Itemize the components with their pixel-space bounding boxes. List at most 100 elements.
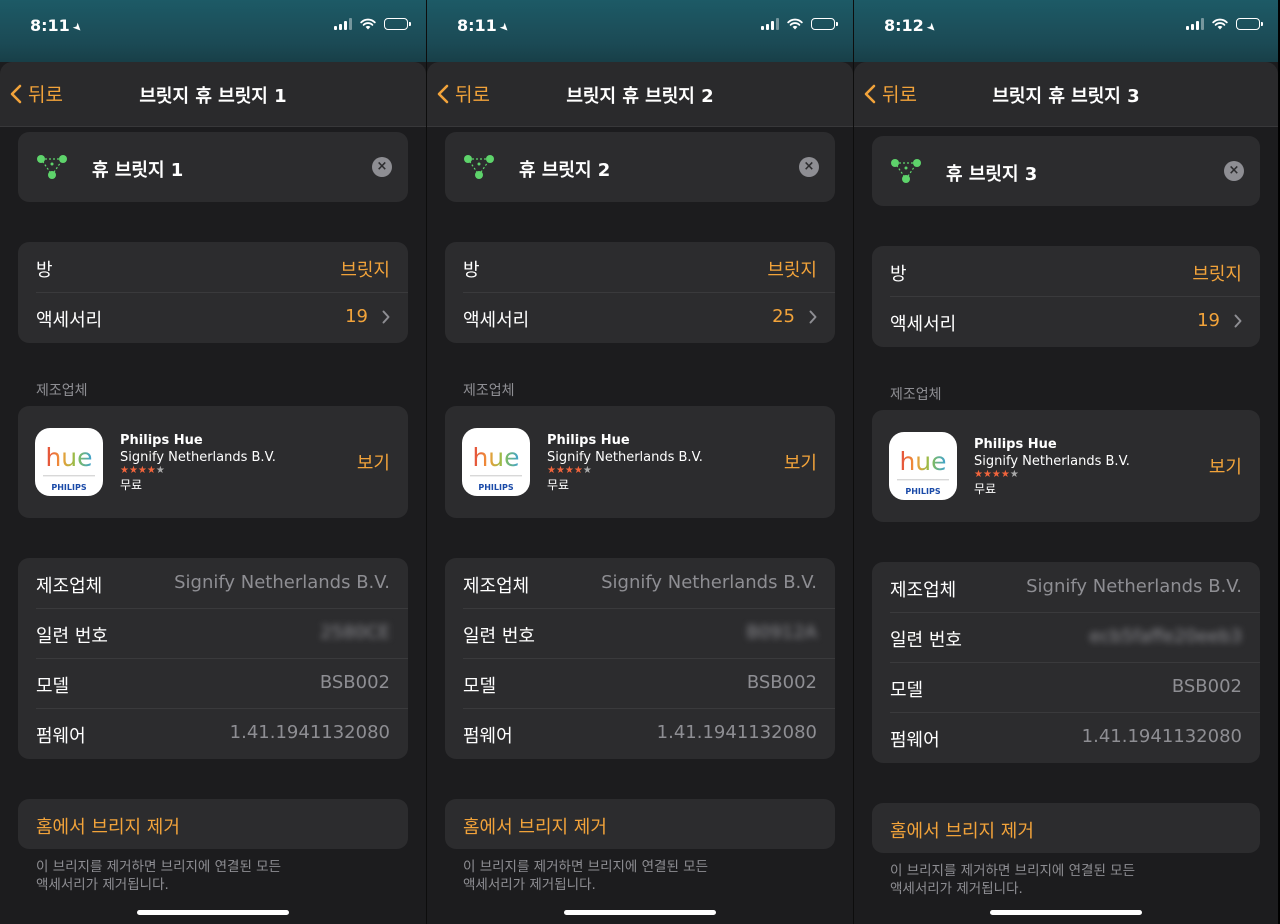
- status-icons: [761, 18, 838, 30]
- cellular-signal-icon: [334, 18, 352, 30]
- manufacturer-row: 제조업체 Signify Netherlands B.V.: [872, 562, 1260, 612]
- page-title: 브릿지 휴 브릿지 3: [992, 86, 1140, 107]
- app-icon-text: hue: [899, 447, 946, 476]
- app-developer: Signify Netherlands B.V.: [974, 454, 1130, 469]
- room-accessory-card: 방 브릿지 액세서리 19: [18, 242, 408, 343]
- manufacturer-label: 제조업체: [463, 576, 530, 597]
- home-indicator[interactable]: [990, 910, 1142, 915]
- accessories-row[interactable]: 액세서리 19: [18, 292, 408, 342]
- status-bar: 8:12➤: [854, 0, 1278, 62]
- chevron-right-icon: [809, 310, 817, 324]
- app-rating-stars: ★★★★★: [547, 465, 592, 476]
- serial-label: 일련 번호: [890, 630, 962, 651]
- device-name-card: 휴 브릿지 2 ×: [445, 132, 835, 202]
- manufacturer-row: 제조업체 Signify Netherlands B.V.: [18, 558, 408, 608]
- battery-icon: [811, 18, 838, 30]
- clear-icon[interactable]: ×: [372, 157, 392, 177]
- app-developer: Signify Netherlands B.V.: [547, 450, 703, 465]
- wifi-icon: [1212, 18, 1228, 30]
- remove-bridge-label: 홈에서 브리지 제거: [36, 817, 180, 838]
- room-value: 브릿지: [1192, 264, 1242, 285]
- serial-label: 일련 번호: [463, 626, 535, 647]
- back-label: 뒤로: [882, 84, 917, 106]
- hub-bridge-icon: [37, 155, 67, 179]
- chevron-right-icon: [1234, 314, 1242, 328]
- firmware-row: 펌웨어 1.41.1941132080: [872, 712, 1260, 762]
- app-icon-text: hue: [472, 443, 519, 472]
- screen-bridge-2: 8:11➤ 뒤로 브릿지 휴 브릿지 2 휴 브릿지 2 × 방 브릿지 액세서…: [427, 0, 854, 924]
- hue-app-icon[interactable]: hue PHILIPS: [462, 428, 530, 496]
- room-row[interactable]: 방 브릿지: [445, 242, 835, 292]
- device-name-card: 휴 브릿지 1 ×: [18, 132, 408, 202]
- room-row[interactable]: 방 브릿지: [872, 246, 1260, 296]
- model-row: 모델 BSB002: [18, 658, 408, 708]
- cellular-signal-icon: [1186, 18, 1204, 30]
- view-app-button[interactable]: 보기: [1209, 453, 1242, 479]
- device-name-field[interactable]: 휴 브릿지 1: [92, 156, 183, 182]
- app-icon-brand: PHILIPS: [51, 483, 86, 492]
- app-developer: Signify Netherlands B.V.: [120, 450, 276, 465]
- battery-icon: [384, 18, 411, 30]
- accessories-count: 19: [345, 306, 368, 327]
- app-card: hue PHILIPS Philips Hue Signify Netherla…: [872, 410, 1260, 522]
- accessories-count: 25: [772, 306, 795, 327]
- manufacturer-section-header: 제조업체: [36, 383, 88, 399]
- status-bar: 8:11➤: [0, 0, 426, 62]
- model-value: BSB002: [319, 672, 390, 693]
- app-price: 무료: [547, 478, 570, 492]
- back-button[interactable]: 뒤로: [864, 80, 917, 107]
- app-price: 무료: [974, 482, 997, 496]
- accessories-label: 액세서리: [36, 310, 103, 331]
- room-row[interactable]: 방 브릿지: [18, 242, 408, 292]
- app-name: Philips Hue: [120, 433, 203, 448]
- wifi-icon: [787, 18, 803, 30]
- hue-app-icon[interactable]: hue PHILIPS: [35, 428, 103, 496]
- screens-container: 8:11➤ 뒤로 브릿지 휴 브릿지 1 휴 브릿지 1 × 방 브릿지 액세서…: [0, 0, 1280, 924]
- device-name-field[interactable]: 휴 브릿지 2: [519, 156, 610, 182]
- remove-bridge-button[interactable]: 홈에서 브리지 제거: [872, 803, 1260, 853]
- room-label: 방: [463, 260, 480, 281]
- manufacturer-row: 제조업체 Signify Netherlands B.V.: [445, 558, 835, 608]
- room-label: 방: [36, 260, 53, 281]
- remove-bridge-label: 홈에서 브리지 제거: [463, 817, 607, 838]
- room-label: 방: [890, 264, 907, 285]
- serial-value: 2580CE: [320, 622, 390, 643]
- hue-app-icon[interactable]: hue PHILIPS: [889, 432, 957, 500]
- firmware-row: 펌웨어 1.41.1941132080: [445, 708, 835, 758]
- serial-value: B0912A: [746, 622, 817, 643]
- view-app-button[interactable]: 보기: [357, 449, 390, 475]
- accessories-row[interactable]: 액세서리 19: [872, 296, 1260, 346]
- model-value: BSB002: [1171, 676, 1242, 697]
- serial-value: ecb5faffe20eeb3: [1089, 626, 1242, 647]
- accessories-label: 액세서리: [463, 310, 530, 331]
- detail-sheet: 뒤로 브릿지 휴 브릿지 3 휴 브릿지 3 × 방 브릿지 액세서리 19 제…: [854, 62, 1278, 924]
- serial-row: 일련 번호 2580CE: [18, 608, 408, 658]
- home-indicator[interactable]: [137, 910, 289, 915]
- device-name-field[interactable]: 휴 브릿지 3: [946, 160, 1037, 186]
- room-value: 브릿지: [340, 260, 390, 281]
- accessories-row[interactable]: 액세서리 25: [445, 292, 835, 342]
- nav-bar: 뒤로 브릿지 휴 브릿지 1: [0, 62, 426, 127]
- clear-icon[interactable]: ×: [799, 157, 819, 177]
- back-label: 뒤로: [28, 84, 63, 106]
- view-app-button[interactable]: 보기: [784, 449, 817, 475]
- location-arrow-icon: ➤: [923, 19, 940, 36]
- home-indicator[interactable]: [564, 910, 716, 915]
- back-button[interactable]: 뒤로: [10, 80, 63, 107]
- app-rating-stars: ★★★★★: [120, 465, 165, 476]
- app-icon-text: hue: [45, 443, 92, 472]
- remove-bridge-button[interactable]: 홈에서 브리지 제거: [445, 799, 835, 849]
- app-card: hue PHILIPS Philips Hue Signify Netherla…: [445, 406, 835, 518]
- firmware-value: 1.41.1941132080: [656, 722, 817, 743]
- remove-bridge-button[interactable]: 홈에서 브리지 제거: [18, 799, 408, 849]
- model-row: 모델 BSB002: [872, 662, 1260, 712]
- back-button[interactable]: 뒤로: [437, 80, 490, 107]
- remove-footnote: 이 브리지를 제거하면 브리지에 연결된 모든 액세서리가 제거됩니다.: [463, 859, 709, 893]
- firmware-label: 펌웨어: [36, 726, 86, 747]
- remove-footnote: 이 브리지를 제거하면 브리지에 연결된 모든 액세서리가 제거됩니다.: [36, 859, 282, 893]
- chevron-left-icon: [10, 84, 22, 103]
- app-name: Philips Hue: [547, 433, 630, 448]
- app-card: hue PHILIPS Philips Hue Signify Netherla…: [18, 406, 408, 518]
- manufacturer-section-header: 제조업체: [890, 387, 942, 403]
- clear-icon[interactable]: ×: [1224, 161, 1244, 181]
